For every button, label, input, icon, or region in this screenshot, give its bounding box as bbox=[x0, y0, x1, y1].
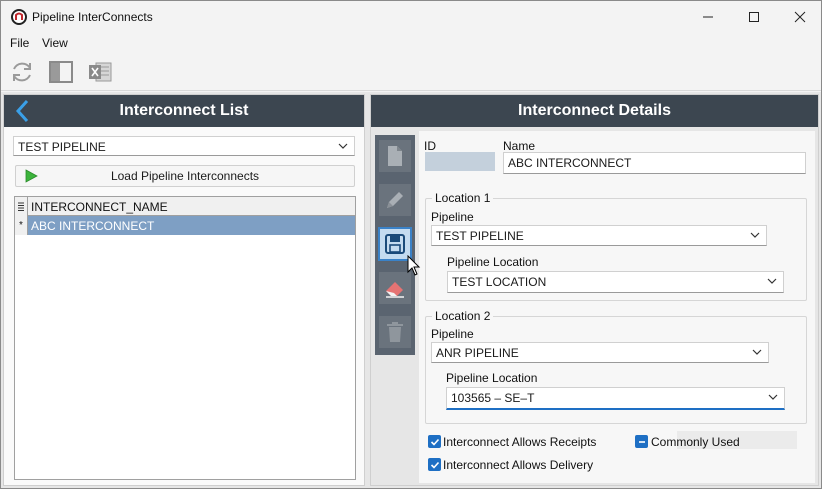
list-panel-header: Interconnect List bbox=[4, 95, 364, 127]
menu-file[interactable]: File bbox=[10, 36, 29, 50]
list-panel-title: Interconnect List bbox=[119, 102, 249, 119]
table-row[interactable]: * ABC INTERCONNECT bbox=[15, 216, 355, 235]
location2-title: Location 2 bbox=[432, 309, 494, 323]
back-arrow-icon[interactable] bbox=[10, 98, 36, 124]
load-button-label: Load Pipeline Interconnects bbox=[110, 169, 260, 183]
location2-pipeline-select[interactable]: ANR PIPELINE bbox=[431, 342, 769, 363]
chevron-down-icon bbox=[768, 394, 778, 400]
allows-receipts-checkbox[interactable] bbox=[428, 435, 441, 448]
interconnect-list-panel: Interconnect List TEST PIPELINE Load Pip… bbox=[3, 94, 365, 486]
chevron-down-icon bbox=[752, 349, 762, 355]
chevron-down-icon bbox=[750, 232, 760, 238]
location1-pipeline-value: TEST PIPELINE bbox=[436, 229, 524, 243]
menu-bar: File View bbox=[1, 33, 821, 53]
action-sidebar bbox=[375, 135, 415, 355]
location1-group: Location 1 Pipeline TEST PIPELINE Pipeli… bbox=[425, 191, 807, 301]
close-button[interactable] bbox=[777, 1, 821, 33]
list-icon bbox=[15, 197, 28, 216]
menu-view[interactable]: View bbox=[42, 36, 68, 50]
location2-group: Location 2 Pipeline ANR PIPELINE Pipelin… bbox=[425, 309, 807, 424]
load-interconnects-button[interactable]: Load Pipeline Interconnects bbox=[15, 165, 355, 187]
location1-location-label: Pipeline Location bbox=[447, 255, 539, 269]
window-title: Pipeline InterConnects bbox=[32, 10, 153, 24]
name-label: Name bbox=[503, 139, 536, 153]
details-panel-title: Interconnect Details bbox=[518, 102, 671, 119]
title-bar: Pipeline InterConnects bbox=[1, 1, 821, 33]
mouse-cursor-icon bbox=[407, 255, 421, 276]
pipeline-select[interactable]: TEST PIPELINE bbox=[13, 136, 355, 156]
toolbar bbox=[1, 53, 821, 91]
commonly-used-label: Commonly Used bbox=[651, 435, 740, 449]
new-row-asterisk-icon: * bbox=[15, 216, 28, 235]
play-icon bbox=[25, 169, 38, 183]
details-panel-header: Interconnect Details bbox=[371, 95, 818, 127]
location2-location-select[interactable]: 103565 – SE–T bbox=[446, 387, 785, 410]
minimize-button[interactable] bbox=[685, 1, 731, 33]
maximize-button[interactable] bbox=[731, 1, 777, 33]
id-label: ID bbox=[424, 139, 436, 153]
location1-pipeline-select[interactable]: TEST PIPELINE bbox=[431, 225, 767, 246]
chevron-down-icon bbox=[338, 143, 348, 149]
panel-toggle-icon[interactable] bbox=[47, 58, 75, 86]
location2-pipeline-label: Pipeline bbox=[431, 327, 474, 341]
details-form: ID Name ABC INTERCONNECT Location 1 Pipe… bbox=[419, 131, 815, 483]
app-logo-icon bbox=[11, 9, 27, 25]
main-area: Interconnect List TEST PIPELINE Load Pip… bbox=[1, 92, 821, 488]
app-window: Pipeline InterConnects File View Interco… bbox=[0, 0, 822, 489]
location1-pipeline-label: Pipeline bbox=[431, 210, 474, 224]
allows-delivery-checkbox[interactable] bbox=[428, 458, 441, 471]
interconnect-grid: INTERCONNECT_NAME * ABC INTERCONNECT bbox=[14, 196, 356, 480]
name-input[interactable]: ABC INTERCONNECT bbox=[503, 152, 806, 174]
location1-location-select[interactable]: TEST LOCATION bbox=[447, 271, 784, 293]
commonly-used-checkbox[interactable] bbox=[635, 435, 648, 448]
allows-delivery-label: Interconnect Allows Delivery bbox=[443, 458, 594, 472]
column-header-interconnect-name[interactable]: INTERCONNECT_NAME bbox=[31, 200, 168, 214]
location2-location-value: 103565 – SE–T bbox=[451, 391, 535, 405]
id-field bbox=[425, 152, 495, 171]
interconnect-details-panel: Interconnect Details ID Name ABC INTERCO… bbox=[370, 94, 819, 486]
name-input-value: ABC INTERCONNECT bbox=[508, 156, 632, 170]
table-cell[interactable]: ABC INTERCONNECT bbox=[31, 219, 154, 233]
grid-header: INTERCONNECT_NAME bbox=[15, 197, 355, 216]
location2-location-label: Pipeline Location bbox=[446, 371, 538, 385]
refresh-icon[interactable] bbox=[8, 58, 36, 86]
location1-title: Location 1 bbox=[432, 191, 494, 205]
new-document-icon[interactable] bbox=[378, 139, 412, 173]
delete-trash-icon[interactable] bbox=[378, 315, 412, 349]
location1-location-value: TEST LOCATION bbox=[452, 275, 547, 289]
pipeline-select-value: TEST PIPELINE bbox=[18, 140, 106, 154]
edit-pencil-icon[interactable] bbox=[378, 183, 412, 217]
excel-export-icon[interactable] bbox=[86, 58, 114, 86]
location2-pipeline-value: ANR PIPELINE bbox=[436, 346, 519, 360]
chevron-down-icon bbox=[767, 278, 777, 284]
allows-receipts-label: Interconnect Allows Receipts bbox=[443, 435, 597, 449]
